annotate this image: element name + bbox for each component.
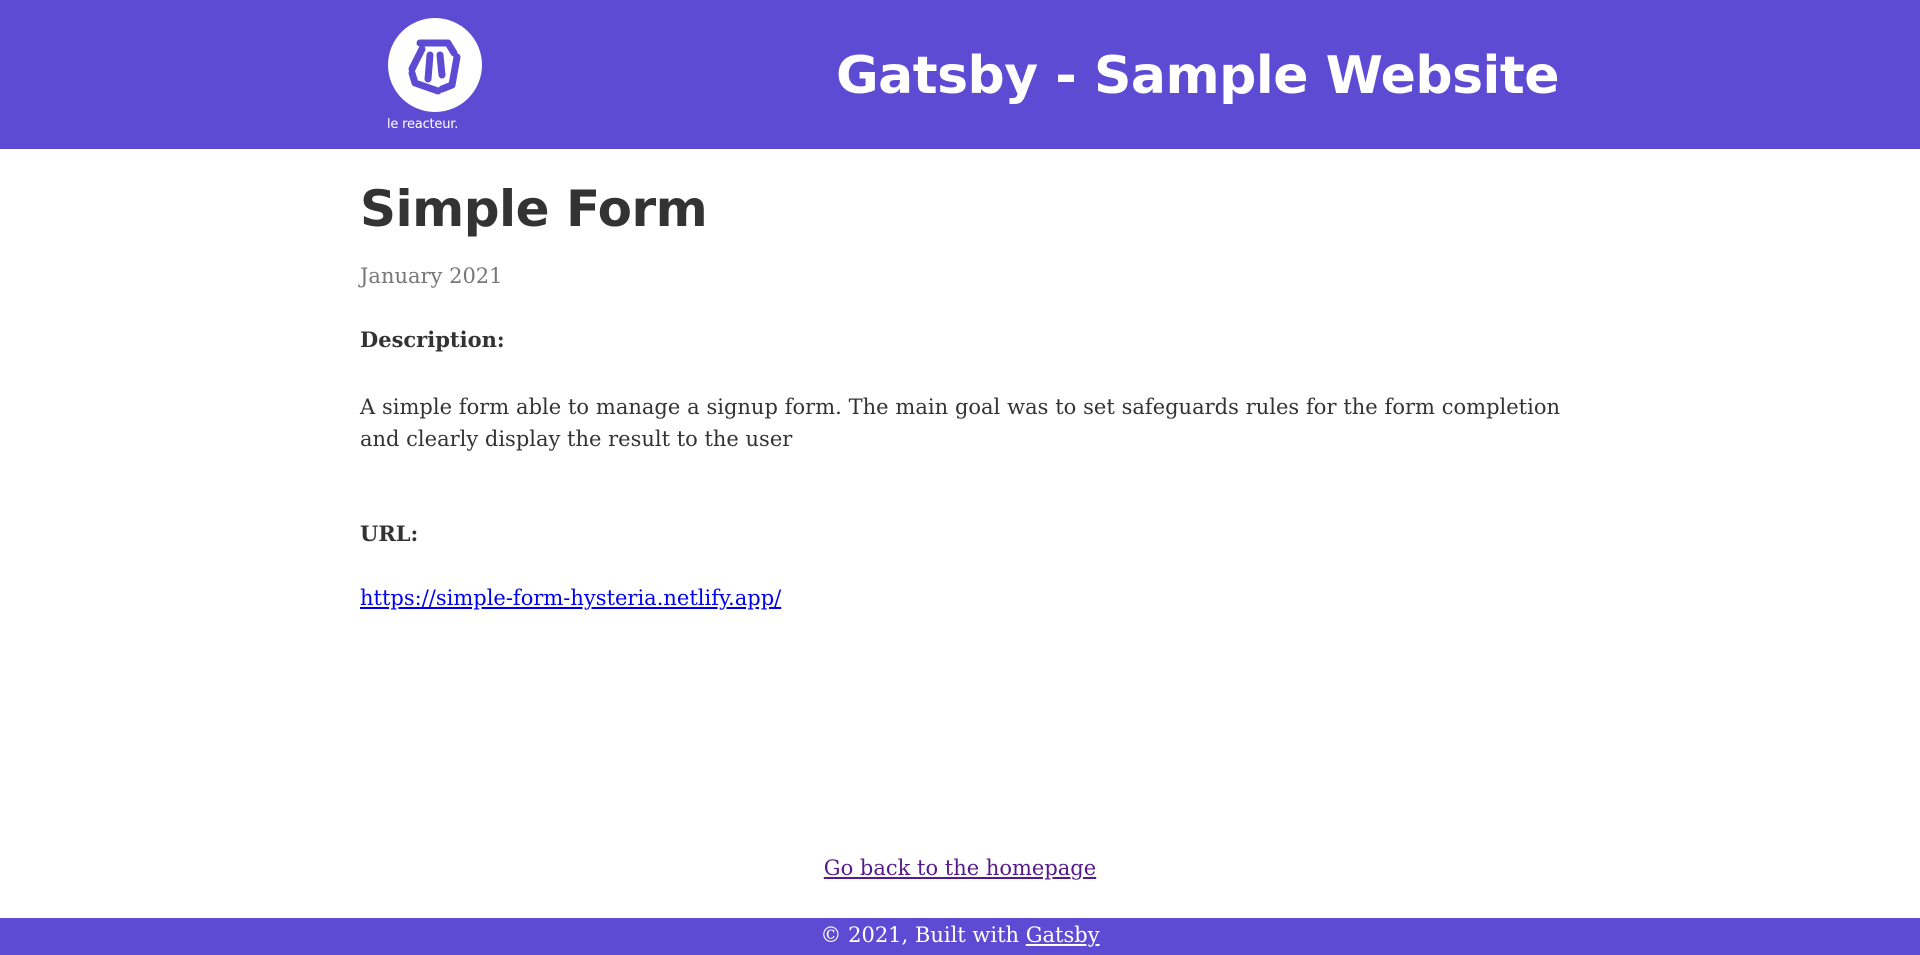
project-url-link[interactable]: https://simple-form-hysteria.netlify.app… <box>360 583 781 613</box>
description-label: Description: <box>360 327 505 352</box>
logo-wordmark: le reacteur. <box>387 117 459 132</box>
post-date: January 2021 <box>360 264 503 288</box>
footer-copyright: © 2021, Built with <box>820 923 1026 947</box>
description-text: A simple form able to manage a signup fo… <box>360 395 1560 451</box>
url-label: URL: <box>360 521 419 546</box>
post-content: Simple Form January 2021 Description: A … <box>360 149 1560 610</box>
page-title: Simple Form <box>360 180 708 238</box>
site-footer: © 2021, Built with Gatsby <box>0 918 1920 955</box>
site-title: Gatsby - Sample Website <box>835 46 1560 106</box>
gatsby-link[interactable]: Gatsby <box>1026 923 1100 947</box>
back-to-homepage-link[interactable]: Go back to the homepage <box>824 856 1096 880</box>
site-header: le reacteur. Gatsby - Sample Website <box>0 0 1920 149</box>
le-reacteur-logo[interactable]: le reacteur. <box>360 5 510 147</box>
back-link-container: Go back to the homepage <box>0 853 1920 883</box>
